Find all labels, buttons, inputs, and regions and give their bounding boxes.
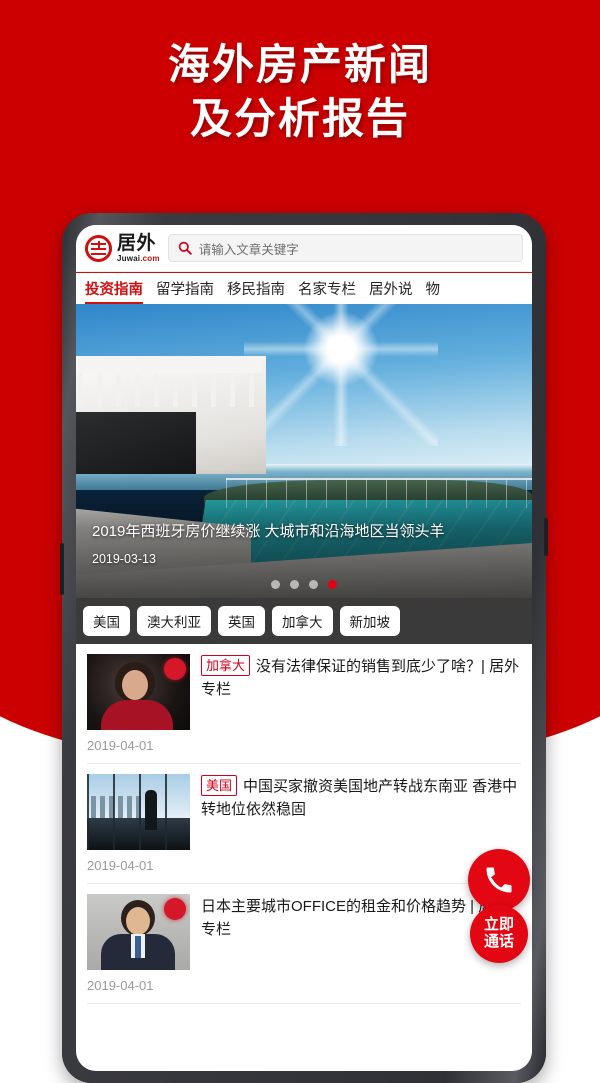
article-content: 日本主要城市OFFICE的租金和价格趋势 | 居外专栏: [87, 894, 521, 970]
article-title: 中国买家撤资美国地产转战东南亚 香港中转地位依然稳固: [201, 778, 518, 819]
country-filter-bar[interactable]: 美国 澳大利亚 英国 加拿大 新加坡: [76, 598, 532, 644]
chip-canada[interactable]: 加拿大: [272, 606, 333, 636]
carousel-dot-4[interactable]: [328, 580, 337, 589]
promo-headline: 海外房产新闻 及分析报告: [0, 38, 600, 146]
app-logo[interactable]: 居外 Juwai.com: [85, 234, 160, 263]
hero-pergola: [78, 356, 262, 407]
article-thumbnail: [87, 894, 190, 970]
article-title: 日本主要城市OFFICE的租金和价格趋势 | 居外专栏: [201, 898, 509, 939]
promo-line-2: 及分析报告: [189, 94, 410, 142]
thumb-shape-window-frames: [87, 774, 190, 850]
thumb-shape-face: [122, 670, 148, 700]
article-content: 美国 中国买家撤资美国地产转战东南亚 香港中转地位依然稳固: [87, 774, 521, 850]
chip-uk[interactable]: 英国: [218, 606, 265, 636]
hero-carousel[interactable]: 2019年西班牙房价继续涨 大城市和沿海地区当领头羊 2019-03-13: [76, 304, 532, 598]
logo-cn-text: 居外: [117, 232, 157, 254]
logo-wordmark: 居外 Juwai.com: [117, 234, 160, 263]
search-placeholder-text: 请输入文章关键字: [198, 242, 299, 257]
tab-expert-column[interactable]: 名家专栏: [298, 278, 356, 304]
article-list: 加拿大没有法律保证的销售到底少了啥？| 居外专栏 2019-04-01 美国: [76, 644, 532, 1004]
phone-mockup: 居外 Juwai.com 请输入文章关键字 投资指南 留学指南 移民指南 名家专…: [60, 213, 548, 1083]
article-country-tag[interactable]: 美国: [201, 775, 238, 796]
volume-button[interactable]: [60, 543, 64, 595]
article-text: 加拿大 没有法律保证的销售到底少了啥？| 居外专栏: [201, 654, 521, 730]
thumb-shape-body: [101, 700, 173, 730]
app-header: 居外 Juwai.com 请输入文章关键字: [76, 225, 532, 272]
article-title-line: 加拿大 没有法律保证的销售到底少了啥？| 居外专栏: [201, 655, 521, 702]
article-list-item[interactable]: 加拿大 没有法律保证的销售到底少了啥？| 居外专栏 2019-04-01: [87, 644, 521, 764]
tab-bar: 投资指南 留学指南 移民指南 名家专栏 居外说 物: [76, 272, 532, 304]
thumb-shape-tie: [135, 936, 141, 958]
carousel-dot-1[interactable]: [271, 580, 280, 589]
thumb-stamp-badge: [164, 898, 186, 920]
call-now-line-2: 通话: [483, 933, 514, 950]
article-date: 2019-04-01: [87, 858, 154, 873]
hero-title: 2019年西班牙房价继续涨 大城市和沿海地区当领头羊: [92, 523, 445, 541]
carousel-dot-2[interactable]: [290, 580, 299, 589]
sun-glare: [244, 304, 438, 446]
tab-list[interactable]: 投资指南 留学指南 移民指南 名家专栏 居外说 物: [76, 273, 532, 304]
carousel-dots[interactable]: [76, 580, 532, 589]
article-thumbnail: [87, 654, 190, 730]
phone-icon: [486, 867, 512, 893]
tab-study-abroad-guide[interactable]: 留学指南: [156, 278, 214, 304]
call-now-button[interactable]: 立即 通话: [470, 905, 528, 963]
search-icon: [178, 241, 192, 255]
article-text: 美国 中国买家撤资美国地产转战东南亚 香港中转地位依然稳固: [201, 774, 521, 850]
article-date: 2019-04-01: [87, 738, 154, 753]
carousel-dot-3[interactable]: [309, 580, 318, 589]
phone-screen: 居外 Juwai.com 请输入文章关键字 投资指南 留学指南 移民指南 名家专…: [76, 225, 532, 1071]
floating-call-button[interactable]: [468, 849, 530, 911]
tab-immigration-guide[interactable]: 移民指南: [227, 278, 285, 304]
hero-shadow-area: [76, 412, 196, 474]
hero-date: 2019-03-13: [92, 552, 156, 566]
power-button[interactable]: [544, 518, 548, 556]
chip-usa[interactable]: 美国: [83, 606, 130, 636]
logo-en-text: Juwai.com: [117, 253, 160, 263]
promo-line-1: 海外房产新闻: [167, 41, 432, 88]
article-list-item[interactable]: 日本主要城市OFFICE的租金和价格趋势 | 居外专栏 2019-04-01: [87, 884, 521, 1004]
call-now-line-1: 立即: [483, 916, 514, 934]
article-title-line: 美国 中国买家撤资美国地产转战东南亚 香港中转地位依然稳固: [201, 775, 521, 822]
tab-investment-guide[interactable]: 投资指南: [85, 278, 143, 304]
article-list-item[interactable]: 美国 中国买家撤资美国地产转战东南亚 香港中转地位依然稳固 2019-04-01: [87, 764, 521, 884]
thumb-shape-face: [126, 907, 150, 935]
article-thumbnail: [87, 774, 190, 850]
logo-domain-suffix: .com: [140, 253, 160, 263]
chip-singapore[interactable]: 新加坡: [339, 606, 400, 636]
article-date: 2019-04-01: [87, 978, 154, 993]
chip-australia[interactable]: 澳大利亚: [137, 606, 211, 636]
search-input[interactable]: 请输入文章关键字: [167, 234, 523, 262]
article-country-tag[interactable]: 加拿大: [201, 655, 251, 676]
thumb-stamp-badge: [164, 658, 186, 680]
tab-juwai-says[interactable]: 居外说: [369, 278, 413, 304]
article-content: 加拿大 没有法律保证的销售到底少了啥？| 居外专栏: [87, 654, 521, 730]
juwai-circle-logo-icon: [85, 234, 112, 262]
tab-overflow[interactable]: 物: [426, 278, 441, 304]
